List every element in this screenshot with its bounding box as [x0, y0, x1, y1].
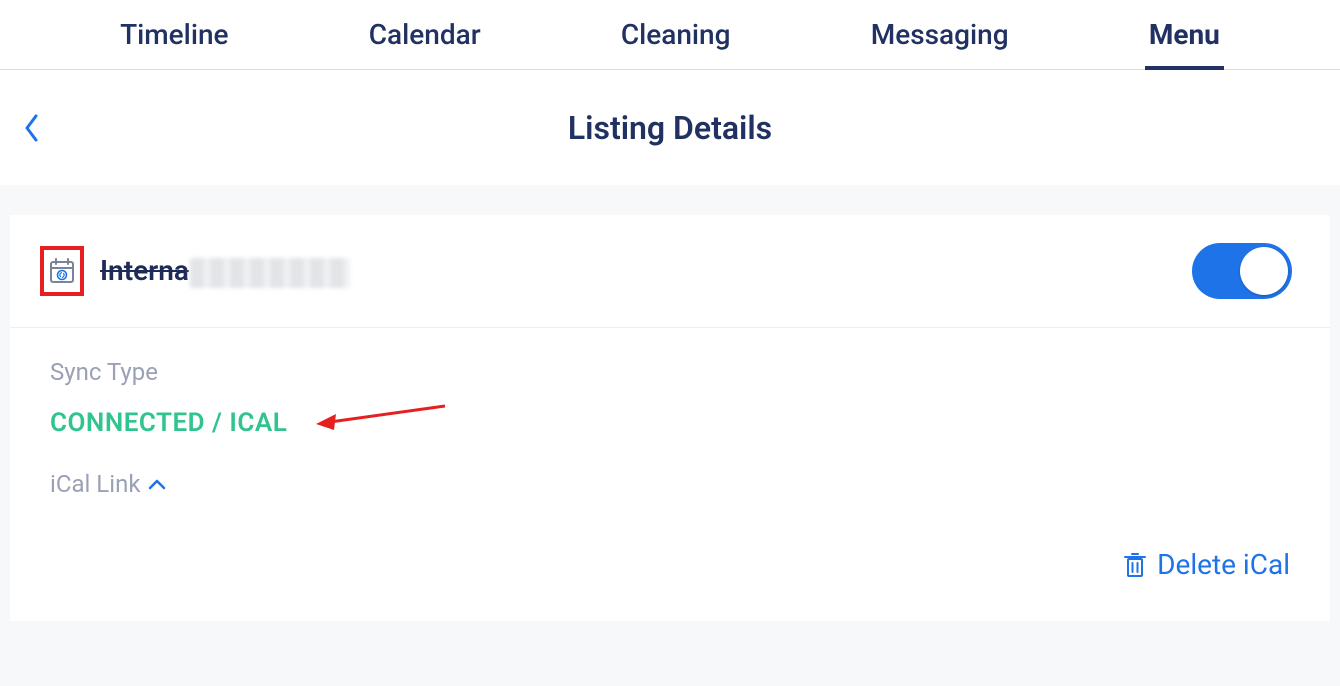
- tab-cleaning[interactable]: Cleaning: [617, 3, 735, 66]
- sync-type-label: Sync Type: [50, 358, 1290, 386]
- ical-link-label: iCal Link: [50, 470, 140, 498]
- page-title: Listing Details: [568, 109, 772, 147]
- toggle-knob: [1240, 247, 1288, 295]
- ical-link-toggle[interactable]: iCal Link: [50, 470, 1290, 498]
- delete-row: Delete iCal: [50, 498, 1290, 581]
- listing-icon-box: [40, 246, 84, 296]
- trash-icon: [1123, 551, 1147, 579]
- listing-name: Interna: [100, 254, 350, 288]
- tab-messaging[interactable]: Messaging: [867, 3, 1013, 66]
- card-header: Interna: [10, 215, 1330, 328]
- chevron-up-icon: [148, 478, 166, 490]
- delete-ical-label: Delete iCal: [1157, 548, 1290, 581]
- top-nav: Timeline Calendar Cleaning Messaging Men…: [0, 0, 1340, 70]
- chevron-left-icon: [24, 114, 40, 142]
- listing-card: Interna Sync Type CONNECTED / ICAL iCal …: [10, 215, 1330, 621]
- listing-toggle[interactable]: [1192, 243, 1292, 299]
- card-body: Sync Type CONNECTED / ICAL iCal Link: [10, 328, 1330, 621]
- tab-menu[interactable]: Menu: [1145, 0, 1224, 70]
- sync-status: CONNECTED / ICAL: [50, 408, 1290, 438]
- back-button[interactable]: [16, 106, 48, 150]
- page-header: Listing Details: [0, 70, 1340, 185]
- tab-timeline[interactable]: Timeline: [116, 3, 232, 66]
- calendar-link-icon: [48, 257, 76, 285]
- tab-calendar[interactable]: Calendar: [365, 3, 485, 66]
- delete-ical-button[interactable]: Delete iCal: [1123, 548, 1290, 581]
